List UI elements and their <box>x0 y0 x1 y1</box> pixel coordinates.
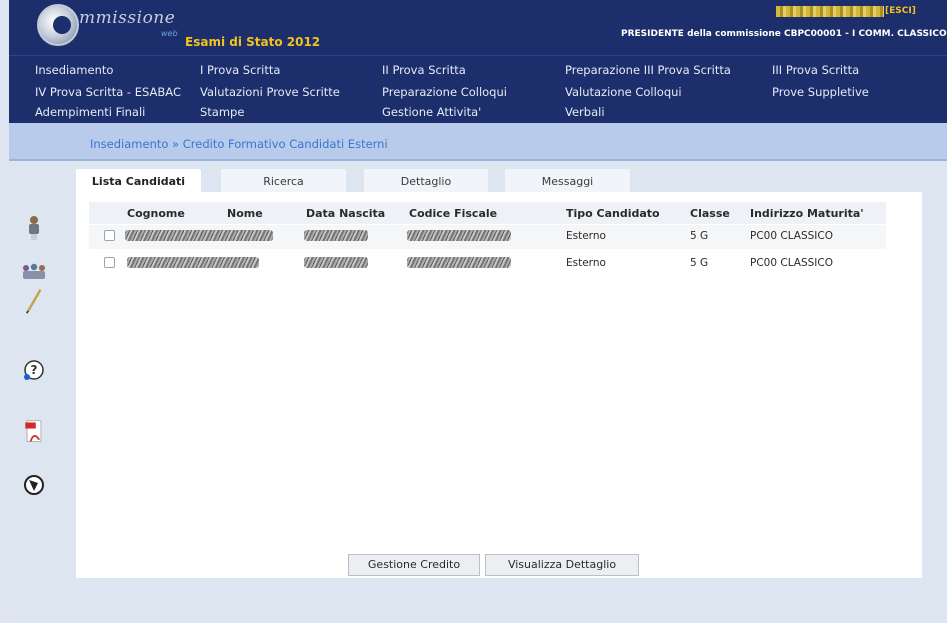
redacted-birthdate <box>304 257 368 268</box>
redacted-name <box>125 230 273 241</box>
menu-item-iv-prova-esabac[interactable]: IV Prova Scritta - ESABAC <box>35 85 181 99</box>
redacted-fiscal-code <box>407 230 511 241</box>
globe-icon[interactable] <box>23 472 45 498</box>
menu-item-iii-prova-scritta[interactable]: III Prova Scritta <box>772 63 859 77</box>
breadcrumb-divider <box>9 159 947 161</box>
svg-text:?: ? <box>31 363 38 377</box>
redacted-birthdate <box>304 230 368 241</box>
person-icon[interactable] <box>23 215 45 241</box>
menu-item-verbali[interactable]: Verbali <box>565 105 605 119</box>
menu-item-stampe[interactable]: Stampe <box>200 105 244 119</box>
tab-messaggi[interactable]: Messaggi <box>505 169 630 193</box>
logout-link[interactable]: [ESCI] <box>885 6 916 16</box>
role-description: PRESIDENTE della commissione CBPC00001 -… <box>621 29 947 39</box>
menu-item-prove-suppletive[interactable]: Prove Suppletive <box>772 85 869 99</box>
gestione-credito-button[interactable]: Gestione Credito <box>348 554 480 576</box>
cell-classe: 5 G <box>690 230 709 242</box>
cell-classe: 5 G <box>690 257 709 269</box>
col-codice-fiscale[interactable]: Codice Fiscale <box>409 207 497 220</box>
candidates-panel: Cognome Nome Data Nascita Codice Fiscale… <box>76 192 922 578</box>
col-indirizzo-maturita[interactable]: Indirizzo Maturita' <box>750 207 864 220</box>
tab-lista-candidati[interactable]: Lista Candidati <box>76 169 201 193</box>
col-classe[interactable]: Classe <box>690 207 730 220</box>
cell-indirizzo: PC00 CLASSICO <box>750 230 833 242</box>
cell-tipo: Esterno <box>566 257 606 269</box>
col-data-nascita[interactable]: Data Nascita <box>306 207 385 220</box>
col-nome[interactable]: Nome <box>227 207 263 220</box>
menu-item-i-prova-scritta[interactable]: I Prova Scritta <box>200 63 280 77</box>
menu-item-gestione-attivita[interactable]: Gestione Attivita' <box>382 105 481 119</box>
row-select-radio[interactable] <box>104 257 115 268</box>
group-icon[interactable] <box>21 258 47 284</box>
menu-item-preparazione-iii-prova[interactable]: Preparazione III Prova Scritta <box>565 63 731 77</box>
header-bar: mmissione web Esami di Stato 2012 [ESCI]… <box>9 0 947 55</box>
redacted-fiscal-code <box>407 257 511 268</box>
help-icon[interactable]: ? <box>23 357 45 383</box>
cell-tipo: Esterno <box>566 230 606 242</box>
redacted-name <box>127 257 259 268</box>
menu-item-preparazione-colloqui[interactable]: Preparazione Colloqui <box>382 85 507 99</box>
table-header: Cognome Nome Data Nascita Codice Fiscale… <box>89 202 886 224</box>
cell-indirizzo: PC00 CLASSICO <box>750 257 833 269</box>
tab-dettaglio[interactable]: Dettaglio <box>364 169 488 193</box>
menu-item-valutazioni-prove-scritte[interactable]: Valutazioni Prove Scritte <box>200 85 340 99</box>
row-select-radio[interactable] <box>104 230 115 241</box>
menu-item-insediamento[interactable]: Insediamento <box>35 63 113 77</box>
app-window: mmissione web Esami di Stato 2012 [ESCI]… <box>9 0 947 623</box>
pen-icon[interactable] <box>23 288 45 314</box>
logo-sub: web <box>161 29 178 38</box>
breadcrumb[interactable]: Insediamento » Credito Formativo Candida… <box>90 137 388 151</box>
col-tipo-candidato[interactable]: Tipo Candidato <box>566 207 660 220</box>
commissione-logo <box>37 4 79 46</box>
menu-item-valutazione-colloqui[interactable]: Valutazione Colloqui <box>565 85 682 99</box>
redacted-user-name <box>776 6 884 17</box>
logo-text: mmissione <box>79 8 176 28</box>
menu-item-adempimenti-finali[interactable]: Adempimenti Finali <box>35 105 145 119</box>
col-cognome[interactable]: Cognome <box>127 207 185 220</box>
table-row[interactable]: Esterno 5 G PC00 CLASSICO <box>89 252 886 276</box>
tab-ricerca[interactable]: Ricerca <box>221 169 346 193</box>
visualizza-dettaglio-button[interactable]: Visualizza Dettaglio <box>485 554 639 576</box>
pdf-icon[interactable] <box>23 419 45 445</box>
table-row[interactable]: Esterno 5 G PC00 CLASSICO <box>89 225 886 249</box>
main-menu: Insediamento I Prova Scritta II Prova Sc… <box>9 55 947 123</box>
exam-title: Esami di Stato 2012 <box>185 35 321 49</box>
menu-item-ii-prova-scritta[interactable]: II Prova Scritta <box>382 63 466 77</box>
